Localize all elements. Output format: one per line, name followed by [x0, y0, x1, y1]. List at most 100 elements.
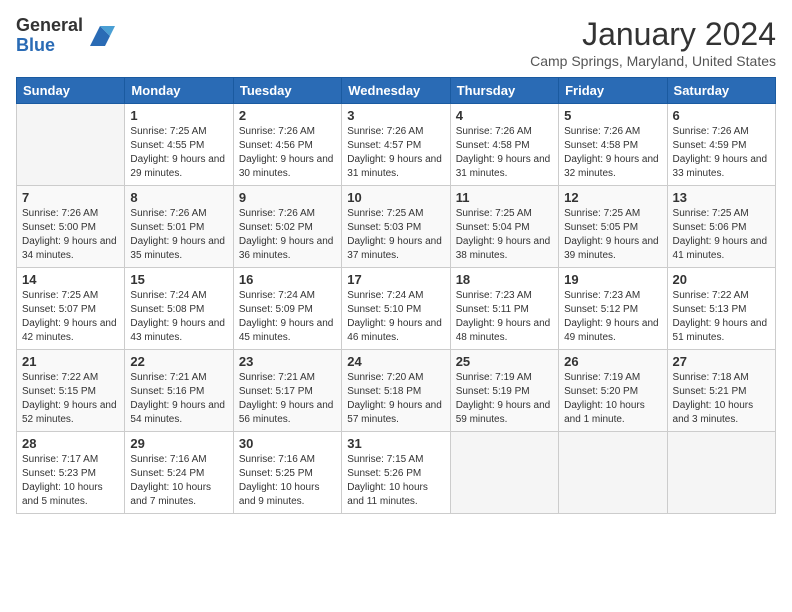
calendar-week-row: 7Sunrise: 7:26 AMSunset: 5:00 PMDaylight…: [17, 186, 776, 268]
day-detail: Sunrise: 7:24 AMSunset: 5:08 PMDaylight:…: [130, 289, 227, 345]
day-number: 10: [347, 190, 444, 205]
day-number: 25: [456, 354, 553, 369]
day-number: 17: [347, 272, 444, 287]
calendar-day-cell: 16Sunrise: 7:24 AMSunset: 5:09 PMDayligh…: [233, 268, 341, 350]
logo: General Blue: [16, 16, 115, 56]
logo-blue-text: Blue: [16, 36, 83, 56]
day-detail: Sunrise: 7:25 AMSunset: 5:05 PMDaylight:…: [564, 207, 661, 263]
day-detail: Sunrise: 7:26 AMSunset: 4:56 PMDaylight:…: [239, 125, 336, 181]
day-detail: Sunrise: 7:26 AMSunset: 5:01 PMDaylight:…: [130, 207, 227, 263]
month-title: January 2024: [530, 16, 776, 53]
calendar-day-cell: 5Sunrise: 7:26 AMSunset: 4:58 PMDaylight…: [559, 104, 667, 186]
day-number: 21: [22, 354, 119, 369]
calendar-day-cell: 19 Sunrise: 7:23 AMSunset: 5:12 PMDayligh…: [559, 268, 667, 350]
calendar-day-cell: [667, 432, 775, 514]
day-detail: Sunrise: 7:23 AMSunset: 5:12 PMDaylight:…: [564, 289, 661, 345]
calendar-week-row: 14 Sunrise: 7:25 AMSunset: 5:07 PMDayligh…: [17, 268, 776, 350]
calendar-day-cell: 15 Sunrise: 7:24 AMSunset: 5:08 PMDayligh…: [125, 268, 233, 350]
calendar-day-cell: 23Sunrise: 7:21 AMSunset: 5:17 PMDayligh…: [233, 350, 341, 432]
calendar-table: SundayMondayTuesdayWednesdayThursdayFrid…: [16, 77, 776, 514]
calendar-day-cell: 1 Sunrise: 7:25 AMSunset: 4:55 PMDaylight…: [125, 104, 233, 186]
calendar-day-cell: 3Sunrise: 7:26 AMSunset: 4:57 PMDaylight…: [342, 104, 450, 186]
calendar-day-cell: 26 Sunrise: 7:19 AMSunset: 5:20 PMDayligh…: [559, 350, 667, 432]
day-number: 27: [673, 354, 770, 369]
calendar-day-cell: 8 Sunrise: 7:26 AMSunset: 5:01 PMDaylight…: [125, 186, 233, 268]
day-of-week-header: Wednesday: [342, 78, 450, 104]
calendar-day-cell: 27 Sunrise: 7:18 AMSunset: 5:21 PMDayligh…: [667, 350, 775, 432]
day-detail: Sunrise: 7:25 AMSunset: 5:07 PMDaylight:…: [22, 289, 119, 345]
day-detail: Sunrise: 7:18 AMSunset: 5:21 PMDaylight:…: [673, 371, 770, 427]
day-number: 22: [130, 354, 227, 369]
title-area: January 2024 Camp Springs, Maryland, Uni…: [530, 16, 776, 69]
day-number: 15: [130, 272, 227, 287]
day-number: 1: [130, 108, 227, 123]
day-detail: Sunrise: 7:25 AMSunset: 5:06 PMDaylight:…: [673, 207, 770, 263]
calendar-day-cell: 14 Sunrise: 7:25 AMSunset: 5:07 PMDayligh…: [17, 268, 125, 350]
day-number: 13: [673, 190, 770, 205]
day-number: 8: [130, 190, 227, 205]
day-number: 20: [673, 272, 770, 287]
calendar-day-cell: 17Sunrise: 7:24 AMSunset: 5:10 PMDayligh…: [342, 268, 450, 350]
day-detail: Sunrise: 7:21 AMSunset: 5:17 PMDaylight:…: [239, 371, 336, 427]
day-detail: Sunrise: 7:25 AMSunset: 4:55 PMDaylight:…: [130, 125, 227, 181]
page-header: General Blue January 2024 Camp Springs, …: [16, 16, 776, 69]
calendar-day-cell: 12 Sunrise: 7:25 AMSunset: 5:05 PMDayligh…: [559, 186, 667, 268]
day-detail: Sunrise: 7:15 AMSunset: 5:26 PMDaylight:…: [347, 453, 444, 509]
calendar-day-cell: [450, 432, 558, 514]
location-subtitle: Camp Springs, Maryland, United States: [530, 53, 776, 69]
calendar-day-cell: 29Sunrise: 7:16 AMSunset: 5:24 PMDayligh…: [125, 432, 233, 514]
calendar-day-cell: 13 Sunrise: 7:25 AMSunset: 5:06 PMDayligh…: [667, 186, 775, 268]
day-number: 29: [130, 436, 227, 451]
day-number: 19: [564, 272, 661, 287]
day-detail: Sunrise: 7:26 AMSunset: 4:58 PMDaylight:…: [456, 125, 553, 181]
day-of-week-header: Saturday: [667, 78, 775, 104]
day-number: 9: [239, 190, 336, 205]
calendar-header-row: SundayMondayTuesdayWednesdayThursdayFrid…: [17, 78, 776, 104]
logo-icon: [85, 21, 115, 51]
day-number: 14: [22, 272, 119, 287]
calendar-day-cell: 20 Sunrise: 7:22 AMSunset: 5:13 PMDayligh…: [667, 268, 775, 350]
day-of-week-header: Monday: [125, 78, 233, 104]
calendar-day-cell: 9 Sunrise: 7:26 AMSunset: 5:02 PMDaylight…: [233, 186, 341, 268]
day-number: 26: [564, 354, 661, 369]
calendar-week-row: 28 Sunrise: 7:17 AMSunset: 5:23 PMDayligh…: [17, 432, 776, 514]
calendar-day-cell: 25 Sunrise: 7:19 AMSunset: 5:19 PMDayligh…: [450, 350, 558, 432]
day-number: 4: [456, 108, 553, 123]
day-number: 24: [347, 354, 444, 369]
day-number: 12: [564, 190, 661, 205]
calendar-day-cell: 21 Sunrise: 7:22 AMSunset: 5:15 PMDayligh…: [17, 350, 125, 432]
calendar-day-cell: 30Sunrise: 7:16 AMSunset: 5:25 PMDayligh…: [233, 432, 341, 514]
day-detail: Sunrise: 7:22 AMSunset: 5:15 PMDaylight:…: [22, 371, 119, 427]
day-detail: Sunrise: 7:26 AMSunset: 5:02 PMDaylight:…: [239, 207, 336, 263]
calendar-week-row: 21 Sunrise: 7:22 AMSunset: 5:15 PMDayligh…: [17, 350, 776, 432]
calendar-day-cell: 10 Sunrise: 7:25 AMSunset: 5:03 PMDayligh…: [342, 186, 450, 268]
day-number: 7: [22, 190, 119, 205]
day-number: 3: [347, 108, 444, 123]
calendar-day-cell: 2Sunrise: 7:26 AMSunset: 4:56 PMDaylight…: [233, 104, 341, 186]
day-number: 31: [347, 436, 444, 451]
calendar-day-cell: 7Sunrise: 7:26 AMSunset: 5:00 PMDaylight…: [17, 186, 125, 268]
calendar-day-cell: 4 Sunrise: 7:26 AMSunset: 4:58 PMDaylight…: [450, 104, 558, 186]
calendar-day-cell: 18Sunrise: 7:23 AMSunset: 5:11 PMDayligh…: [450, 268, 558, 350]
day-detail: Sunrise: 7:19 AMSunset: 5:19 PMDaylight:…: [456, 371, 553, 427]
calendar-day-cell: [559, 432, 667, 514]
day-of-week-header: Sunday: [17, 78, 125, 104]
calendar-week-row: 1 Sunrise: 7:25 AMSunset: 4:55 PMDaylight…: [17, 104, 776, 186]
day-detail: Sunrise: 7:25 AMSunset: 5:03 PMDaylight:…: [347, 207, 444, 263]
day-of-week-header: Tuesday: [233, 78, 341, 104]
day-detail: Sunrise: 7:16 AMSunset: 5:25 PMDaylight:…: [239, 453, 336, 509]
day-detail: Sunrise: 7:26 AMSunset: 4:58 PMDaylight:…: [564, 125, 661, 181]
calendar-day-cell: [17, 104, 125, 186]
day-detail: Sunrise: 7:22 AMSunset: 5:13 PMDaylight:…: [673, 289, 770, 345]
day-detail: Sunrise: 7:24 AMSunset: 5:09 PMDaylight:…: [239, 289, 336, 345]
day-detail: Sunrise: 7:25 AMSunset: 5:04 PMDaylight:…: [456, 207, 553, 263]
day-detail: Sunrise: 7:19 AMSunset: 5:20 PMDaylight:…: [564, 371, 661, 427]
calendar-day-cell: 28 Sunrise: 7:17 AMSunset: 5:23 PMDayligh…: [17, 432, 125, 514]
day-number: 6: [673, 108, 770, 123]
day-number: 11: [456, 190, 553, 205]
calendar-day-cell: 24Sunrise: 7:20 AMSunset: 5:18 PMDayligh…: [342, 350, 450, 432]
calendar-day-cell: 11 Sunrise: 7:25 AMSunset: 5:04 PMDayligh…: [450, 186, 558, 268]
day-number: 18: [456, 272, 553, 287]
day-detail: Sunrise: 7:17 AMSunset: 5:23 PMDaylight:…: [22, 453, 119, 509]
day-number: 28: [22, 436, 119, 451]
